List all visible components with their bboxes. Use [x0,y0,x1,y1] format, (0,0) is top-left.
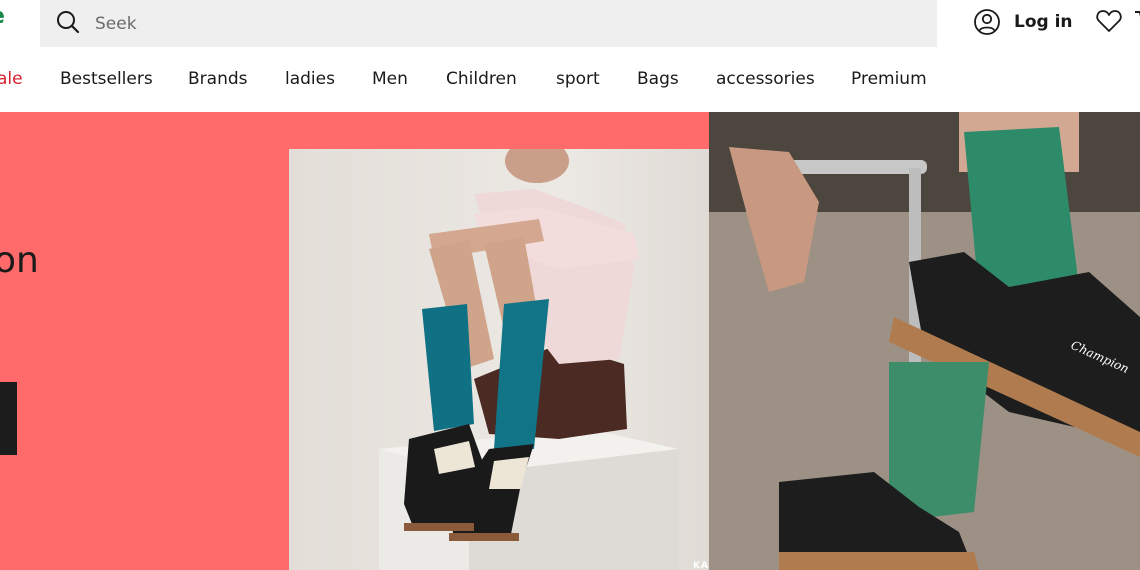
hero-cta-button[interactable] [0,382,17,455]
nav-item-sport[interactable]: sport [556,69,600,89]
nav-item-sale[interactable]: ale [0,69,23,89]
main-navigation: ale Bestsellers Brands ladies Men Childr… [0,56,1140,106]
shopping-bag-icon[interactable] [1133,8,1140,34]
nav-item-children[interactable]: Children [446,69,517,89]
search-input[interactable] [95,0,915,47]
nav-item-ladies[interactable]: ladies [285,69,335,89]
hero-headline: on [0,240,39,281]
user-icon [974,9,1000,35]
hero-product-image[interactable]: KARL [289,149,745,570]
nav-item-accessories[interactable]: accessories [716,69,815,89]
search-bar[interactable] [40,0,937,47]
nav-item-bags[interactable]: Bags [637,69,679,89]
nav-item-premium[interactable]: Premium [851,69,927,89]
hero-promo-panel[interactable]: on [0,112,745,570]
nav-item-bestsellers[interactable]: Bestsellers [60,69,153,89]
nav-item-men[interactable]: Men [372,69,408,89]
model-sitting-illustration [289,149,745,570]
heart-icon[interactable] [1095,8,1123,34]
login-label: Log in [1014,12,1073,32]
login-button[interactable]: Log in [973,6,1073,38]
search-icon[interactable] [55,9,81,35]
hero-photo-sneakers[interactable]: Champion [709,112,1140,570]
nav-item-brands[interactable]: Brands [188,69,248,89]
logo[interactable]: e [0,4,5,29]
hero-banner: on Champion [0,112,1140,570]
